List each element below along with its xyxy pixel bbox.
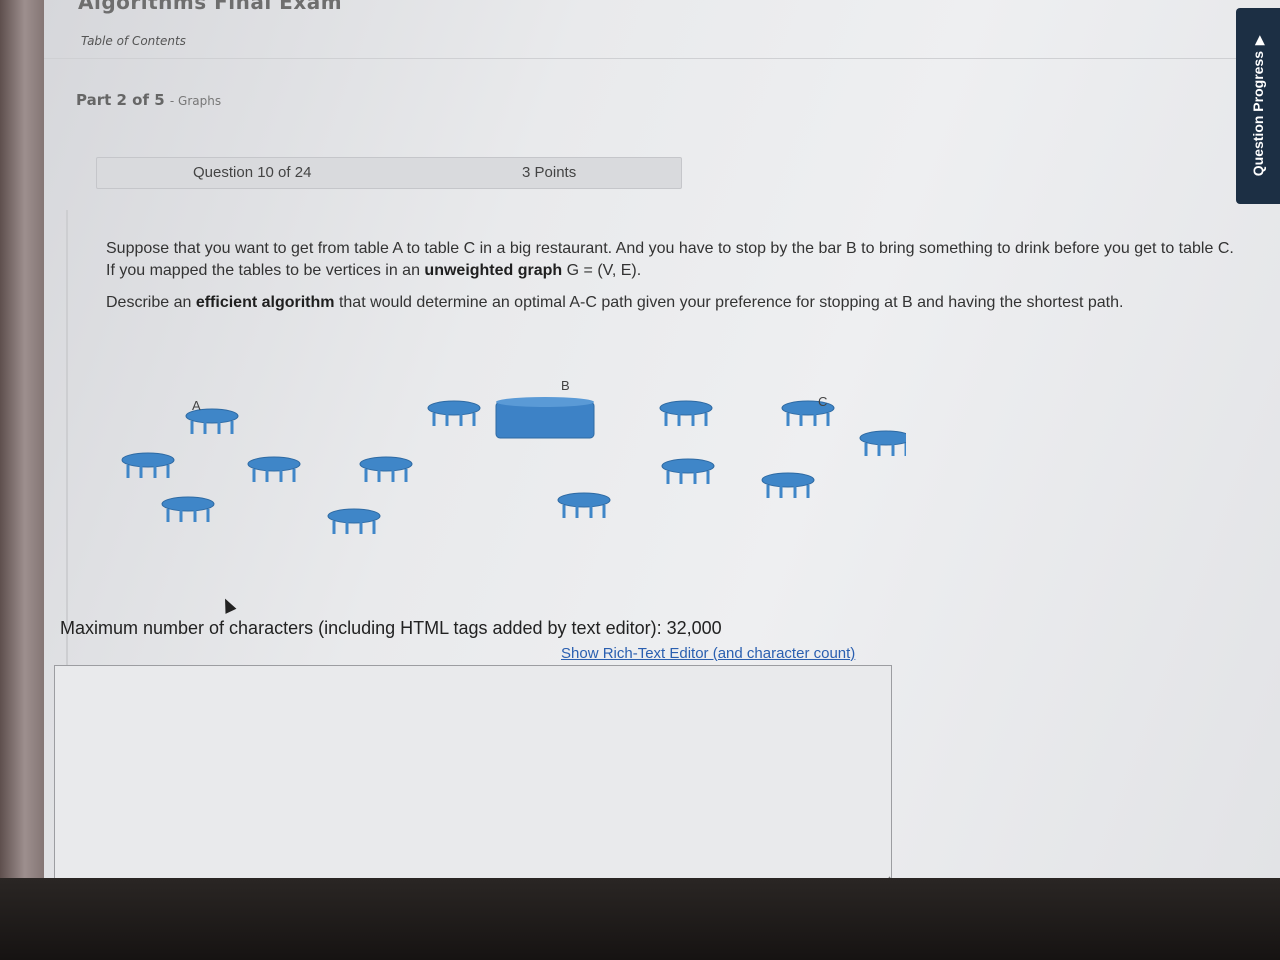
label-table-c: C [818, 394, 828, 409]
question-progress-label: Question Progress [1250, 50, 1266, 177]
restaurant-table [121, 452, 175, 478]
part-topic: - Graphs [169, 94, 222, 108]
label-table-a: A [192, 398, 201, 413]
prompt-emphasis: unweighted graph [424, 262, 563, 279]
prompt-paragraph-2: Describe an efficient algorithm that wou… [106, 292, 1236, 314]
exam-title: Algorithms Final Exam [78, 0, 343, 14]
restaurant-table [859, 430, 913, 456]
bar-counter [495, 397, 595, 439]
restaurant-table [661, 458, 715, 484]
question-header-bar: Question 10 of 24 3 Points [96, 157, 682, 189]
question-prompt: Suppose that you want to get from table … [106, 238, 1236, 324]
restaurant-figure: A B C [106, 372, 913, 552]
restaurant-table [761, 472, 815, 498]
show-rich-text-editor-link[interactable]: Show Rich-Text Editor (and character cou… [561, 645, 855, 662]
prompt-text: Describe an [106, 294, 196, 311]
question-progress-tab[interactable]: Question Progress ▶ [1236, 8, 1280, 204]
restaurant-table [557, 492, 611, 518]
part-number: Part 2 of 5 [76, 91, 165, 109]
prompt-text: Suppose that you want to get from table … [106, 240, 1234, 279]
restaurant-table [247, 456, 301, 482]
mouse-cursor-icon [219, 596, 237, 614]
prompt-text: that would determine an optimal A-C path… [334, 294, 1124, 311]
label-bar-b: B [561, 378, 570, 393]
exam-screen: Algorithms Final Exam Table of Contents … [44, 0, 1280, 880]
restaurant-table [327, 508, 381, 534]
max-characters-note: Maximum number of characters (including … [60, 618, 722, 638]
restaurant-table [427, 400, 481, 426]
question-points: 3 Points [522, 164, 577, 181]
question-number: Question 10 of 24 [193, 164, 312, 181]
answer-textarea[interactable] [54, 665, 892, 880]
prompt-text: G = (V, E). [562, 262, 642, 279]
device-bezel-bottom [0, 878, 1280, 960]
triangle-right-icon: ▶ [1252, 35, 1266, 45]
restaurant-table [161, 496, 215, 522]
content-rule [66, 210, 68, 670]
restaurant-diagram [121, 397, 913, 534]
table-of-contents-link[interactable]: Table of Contents [81, 34, 186, 48]
part-label: Part 2 of 5 - Graphs [76, 91, 221, 109]
header-divider [44, 58, 1280, 59]
restaurant-table [359, 456, 413, 482]
restaurant-table [659, 400, 713, 426]
prompt-paragraph-1: Suppose that you want to get from table … [106, 238, 1236, 282]
prompt-emphasis: efficient algorithm [195, 294, 335, 311]
